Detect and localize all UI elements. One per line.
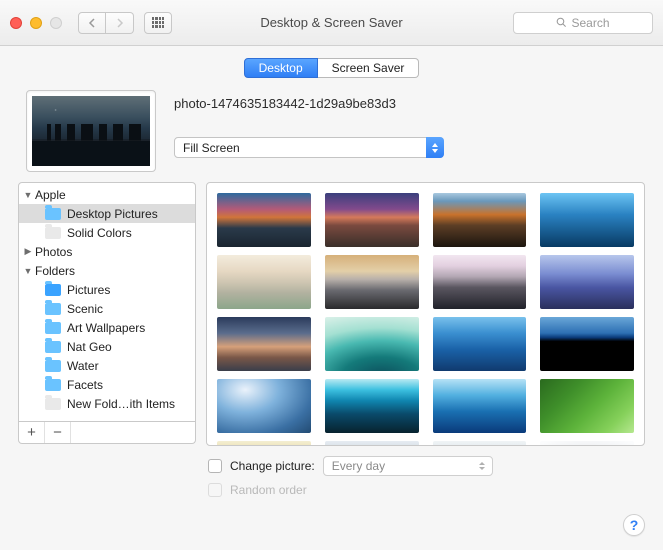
folder-icon <box>45 379 61 391</box>
wallpaper-thumb[interactable] <box>217 379 311 433</box>
folder-icon <box>45 322 61 334</box>
tree-item-folders[interactable]: ▼ Folders <box>19 261 195 280</box>
folder-icon <box>45 341 61 353</box>
wallpaper-thumb[interactable] <box>217 255 311 309</box>
wallpaper-preview-image <box>32 96 150 166</box>
search-placeholder: Search <box>571 16 609 30</box>
random-order-label: Random order <box>230 483 307 497</box>
remove-folder-button[interactable]: − <box>45 422 71 443</box>
tree-item-pictures[interactable]: Pictures <box>19 280 195 299</box>
tab-desktop[interactable]: Desktop <box>244 58 318 78</box>
add-remove-bar: + − <box>18 422 196 444</box>
source-list: ▼ Apple Desktop Pictures Solid Colors ▶ … <box>18 182 196 422</box>
tree-item-water[interactable]: Water <box>19 356 195 375</box>
folder-icon <box>45 208 61 220</box>
fit-mode-value: Fill Screen <box>183 141 240 155</box>
tree-item-new-folder[interactable]: New Fold…ith Items <box>19 394 195 413</box>
minimize-window-button[interactable] <box>30 17 42 29</box>
tab-bar: Desktop Screen Saver <box>18 58 645 78</box>
wallpaper-thumb[interactable] <box>540 255 634 309</box>
folder-icon <box>45 360 61 372</box>
add-remove-spacer <box>71 422 195 443</box>
close-window-button[interactable] <box>10 17 22 29</box>
forward-button[interactable] <box>106 12 134 34</box>
folder-camera-icon <box>45 284 61 296</box>
folder-icon <box>45 303 61 315</box>
back-button[interactable] <box>78 12 106 34</box>
wallpaper-thumb[interactable] <box>433 193 527 247</box>
chevron-updown-icon <box>426 137 444 158</box>
chevron-updown-icon <box>476 459 488 473</box>
grid-icon <box>152 17 164 29</box>
wallpaper-thumb[interactable] <box>325 441 419 446</box>
tree-item-art-wallpapers[interactable]: Art Wallpapers <box>19 318 195 337</box>
folder-icon <box>45 398 61 410</box>
disclosure-down-icon: ▼ <box>23 190 33 200</box>
wallpaper-preview <box>26 90 156 172</box>
tab-screensaver[interactable]: Screen Saver <box>318 58 420 78</box>
wallpaper-thumb[interactable] <box>433 441 527 446</box>
wallpaper-grid <box>206 182 645 446</box>
search-icon <box>556 17 567 28</box>
tree-item-facets[interactable]: Facets <box>19 375 195 394</box>
change-picture-label: Change picture: <box>230 459 315 473</box>
wallpaper-thumb[interactable] <box>217 317 311 371</box>
tree-item-apple[interactable]: ▼ Apple <box>19 185 195 204</box>
bottom-options: Change picture: Every day Random order <box>208 454 645 502</box>
tree-item-solid-colors[interactable]: Solid Colors <box>19 223 195 242</box>
wallpaper-filename: photo-1474635183442-1d29a9be83d3 <box>174 96 637 111</box>
wallpaper-thumb[interactable] <box>540 317 634 371</box>
wallpaper-thumb[interactable] <box>540 379 634 433</box>
wallpaper-thumb[interactable] <box>325 193 419 247</box>
wallpaper-thumb[interactable] <box>325 379 419 433</box>
wallpaper-thumb[interactable] <box>540 441 634 446</box>
disclosure-right-icon: ▶ <box>23 247 33 257</box>
tree-item-photos[interactable]: ▶ Photos <box>19 242 195 261</box>
random-order-checkbox <box>208 483 222 497</box>
window-titlebar: Desktop & Screen Saver Search <box>0 0 663 46</box>
folder-icon <box>45 227 61 239</box>
wallpaper-thumb[interactable] <box>433 317 527 371</box>
search-input[interactable]: Search <box>513 12 653 34</box>
wallpaper-thumb[interactable] <box>433 379 527 433</box>
window-controls <box>10 17 62 29</box>
wallpaper-thumb[interactable] <box>325 317 419 371</box>
wallpaper-thumb[interactable] <box>433 255 527 309</box>
disclosure-down-icon: ▼ <box>23 266 33 276</box>
change-picture-checkbox[interactable] <box>208 459 222 473</box>
prefpane-body: Desktop Screen Saver photo-1474635183442… <box>0 46 663 550</box>
tree-item-desktop-pictures[interactable]: Desktop Pictures <box>19 204 195 223</box>
wallpaper-thumb[interactable] <box>217 441 311 446</box>
change-interval-value: Every day <box>332 459 385 473</box>
help-button[interactable]: ? <box>623 514 645 536</box>
add-folder-button[interactable]: + <box>19 422 45 443</box>
change-interval-select[interactable]: Every day <box>323 456 493 476</box>
tree-item-nat-geo[interactable]: Nat Geo <box>19 337 195 356</box>
fit-mode-select[interactable]: Fill Screen <box>174 137 444 158</box>
show-all-button[interactable] <box>144 12 172 34</box>
nav-buttons <box>78 12 134 34</box>
wallpaper-thumb[interactable] <box>325 255 419 309</box>
wallpaper-thumb[interactable] <box>217 193 311 247</box>
tree-item-scenic[interactable]: Scenic <box>19 299 195 318</box>
wallpaper-thumb[interactable] <box>540 193 634 247</box>
zoom-window-button <box>50 17 62 29</box>
